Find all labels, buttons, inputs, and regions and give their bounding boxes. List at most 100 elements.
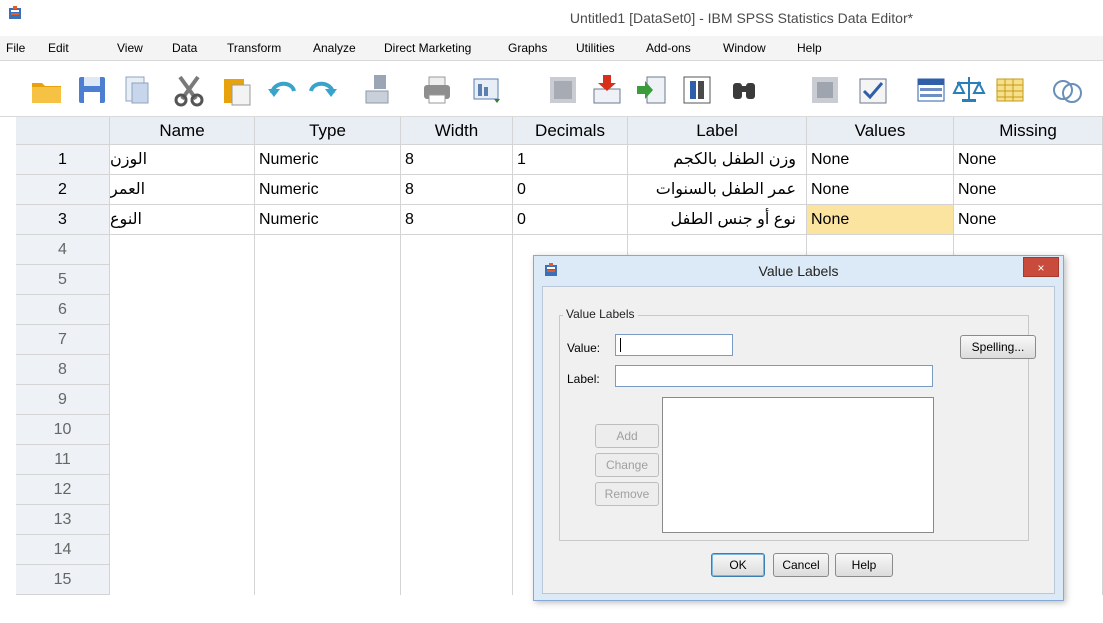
- row-number[interactable]: 7: [16, 325, 110, 355]
- save-icon[interactable]: [75, 73, 109, 107]
- cell-name[interactable]: العمر: [110, 175, 255, 205]
- cell-decimals[interactable]: 0: [513, 175, 628, 205]
- cell-decimals[interactable]: 1: [513, 145, 628, 175]
- menu-data[interactable]: Data: [172, 41, 197, 55]
- cell-missing[interactable]: None: [954, 145, 1103, 175]
- change-button[interactable]: Change: [595, 453, 659, 477]
- cell-missing[interactable]: None: [954, 205, 1103, 235]
- menu-utilities[interactable]: Utilities: [576, 41, 615, 55]
- column-header-width[interactable]: Width: [401, 117, 513, 145]
- row-number[interactable]: 13: [16, 505, 110, 535]
- row-number[interactable]: 3: [16, 205, 110, 235]
- empty-column-type[interactable]: [255, 235, 401, 595]
- empty-column-name[interactable]: [110, 235, 255, 595]
- split-file-icon[interactable]: [680, 73, 714, 107]
- cell-decimals[interactable]: 0: [513, 205, 628, 235]
- row-number[interactable]: 14: [16, 535, 110, 565]
- insert-variable-icon[interactable]: [635, 73, 669, 107]
- use-sets-icon[interactable]: [993, 73, 1027, 107]
- insert-cases-icon[interactable]: [590, 73, 624, 107]
- remove-button[interactable]: Remove: [595, 482, 659, 506]
- variables-icon[interactable]: [808, 73, 842, 107]
- row-number[interactable]: 5: [16, 265, 110, 295]
- cell-name[interactable]: النوع: [110, 205, 255, 235]
- venn-icon[interactable]: [1050, 73, 1084, 107]
- column-header-type[interactable]: Type: [255, 117, 401, 145]
- column-header-values[interactable]: Values: [807, 117, 954, 145]
- cell-width[interactable]: 8: [401, 205, 513, 235]
- row-number[interactable]: 1: [16, 145, 110, 175]
- row-number[interactable]: 6: [16, 295, 110, 325]
- column-header-decimals[interactable]: Decimals: [513, 117, 628, 145]
- close-icon: ×: [1037, 261, 1045, 275]
- menu-transform[interactable]: Transform: [227, 41, 281, 55]
- menu-bar: File Edit View Data Transform Analyze Di…: [0, 36, 1103, 61]
- open-icon[interactable]: [30, 73, 64, 107]
- menu-edit[interactable]: Edit: [48, 41, 69, 55]
- cell-name[interactable]: الوزن: [110, 145, 255, 175]
- goto-case-icon[interactable]: [360, 73, 394, 107]
- add-button[interactable]: Add: [595, 424, 659, 448]
- help-button[interactable]: Help: [835, 553, 893, 577]
- row-number[interactable]: 12: [16, 475, 110, 505]
- cell-type[interactable]: Numeric: [255, 175, 401, 205]
- cell-missing[interactable]: None: [954, 175, 1103, 205]
- cell-label[interactable]: نوع أو جنس الطفل: [628, 205, 807, 235]
- menu-help[interactable]: Help: [797, 41, 822, 55]
- menu-direct-marketing[interactable]: Direct Marketing: [384, 41, 471, 55]
- cell-values[interactable]: None: [807, 145, 954, 175]
- cell-width[interactable]: 8: [401, 175, 513, 205]
- cell-label[interactable]: وزن الطفل بالكجم: [628, 145, 807, 175]
- row-number[interactable]: 8: [16, 355, 110, 385]
- dialog-recall-icon[interactable]: [470, 73, 504, 107]
- column-header-label[interactable]: Label: [628, 117, 807, 145]
- print-preview-icon[interactable]: [120, 73, 154, 107]
- text-caret: [620, 338, 621, 352]
- label-field-label: Label:: [567, 372, 600, 386]
- close-button[interactable]: ×: [1023, 257, 1059, 277]
- corner-header[interactable]: [16, 117, 110, 145]
- row-number[interactable]: 2: [16, 175, 110, 205]
- column-header-name[interactable]: Name: [110, 117, 255, 145]
- row-number[interactable]: 4: [16, 235, 110, 265]
- print-icon[interactable]: [420, 73, 454, 107]
- menu-window[interactable]: Window: [723, 41, 766, 55]
- window-title: Untitled1 [DataSet0] - IBM SPSS Statisti…: [569, 10, 914, 26]
- menu-graphs[interactable]: Graphs: [508, 41, 547, 55]
- weight-icon[interactable]: [952, 73, 986, 107]
- cell-label[interactable]: عمر الطفل بالسنوات: [628, 175, 807, 205]
- cell-values-selected[interactable]: None: [807, 205, 954, 235]
- goto-data-icon[interactable]: [546, 73, 580, 107]
- cut-icon[interactable]: [172, 73, 206, 107]
- ok-button[interactable]: OK: [711, 553, 765, 577]
- label-input[interactable]: [615, 365, 933, 387]
- value-field-label: Value:: [567, 341, 601, 355]
- row-number[interactable]: 11: [16, 445, 110, 475]
- menu-view[interactable]: View: [117, 41, 143, 55]
- column-header-missing[interactable]: Missing: [954, 117, 1103, 145]
- undo-icon[interactable]: [266, 73, 300, 107]
- group-legend: Value Labels: [563, 307, 638, 321]
- redo-icon[interactable]: [305, 73, 339, 107]
- value-labels-icon[interactable]: [914, 73, 948, 107]
- paste-icon[interactable]: [220, 73, 254, 107]
- value-input[interactable]: [615, 334, 733, 356]
- select-cases-icon[interactable]: [856, 73, 890, 107]
- cancel-button[interactable]: Cancel: [773, 553, 829, 577]
- value-labels-list[interactable]: [662, 397, 934, 533]
- spelling-button[interactable]: Spelling...: [960, 335, 1036, 359]
- cell-type[interactable]: Numeric: [255, 205, 401, 235]
- cell-width[interactable]: 8: [401, 145, 513, 175]
- row-number[interactable]: 15: [16, 565, 110, 595]
- row-number[interactable]: 9: [16, 385, 110, 415]
- empty-column-width[interactable]: [401, 235, 513, 595]
- cell-type[interactable]: Numeric: [255, 145, 401, 175]
- menu-file[interactable]: File: [6, 41, 25, 55]
- find-icon[interactable]: [727, 73, 761, 107]
- menu-add-ons[interactable]: Add-ons: [646, 41, 691, 55]
- title-bar: Untitled1 [DataSet0] - IBM SPSS Statisti…: [0, 0, 1103, 37]
- value-labels-dialog: Value Labels × Value Labels Value: Label…: [533, 255, 1064, 601]
- row-number[interactable]: 10: [16, 415, 110, 445]
- cell-values[interactable]: None: [807, 175, 954, 205]
- menu-analyze[interactable]: Analyze: [313, 41, 356, 55]
